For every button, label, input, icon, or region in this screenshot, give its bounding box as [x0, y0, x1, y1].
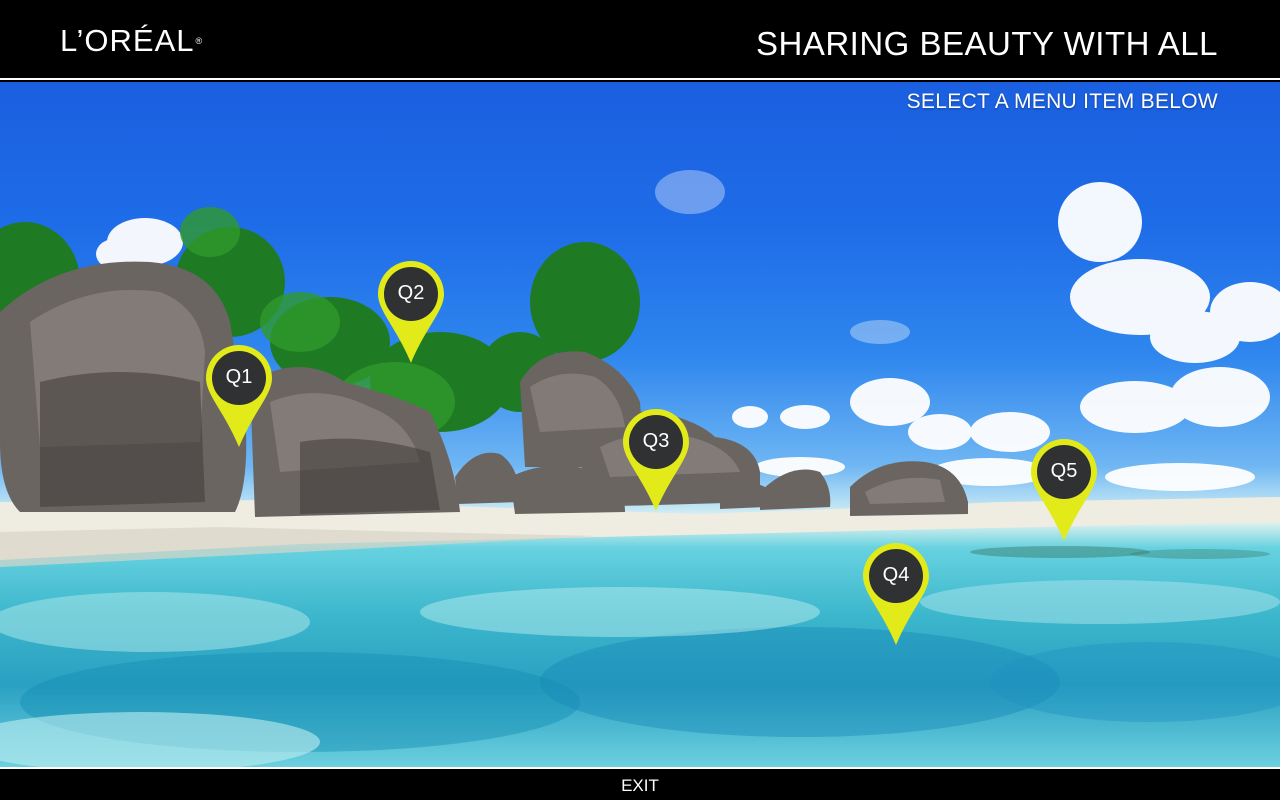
registered-mark: ®: [195, 36, 204, 46]
pin-label: Q5: [1050, 460, 1078, 482]
pin-label: Q2: [397, 282, 425, 304]
map-pin-icon: [206, 345, 272, 447]
footer-bar: EXIT: [0, 767, 1280, 800]
map-pin-q1[interactable]: Q1: [204, 343, 274, 447]
map-pin-icon: [378, 261, 444, 363]
map-pin-icon: [623, 409, 689, 511]
map-pin-icon: [1031, 439, 1097, 541]
map-pin-q4[interactable]: Q4: [861, 541, 931, 645]
exit-button[interactable]: EXIT: [0, 775, 1280, 797]
map-pin-icon: [863, 543, 929, 645]
tagline: SHARING BEAUTY WITH ALL: [756, 25, 1218, 62]
map-pin-q2[interactable]: Q2: [376, 259, 446, 363]
logo-text: L’ORÉAL: [60, 23, 195, 58]
pin-label: Q1: [225, 366, 253, 388]
pin-label: Q3: [642, 430, 670, 452]
pin-label: Q4: [882, 564, 910, 586]
header-bar: L’ORÉAL® SHARING BEAUTY WITH ALL: [0, 0, 1280, 80]
loreal-logo: L’ORÉAL®: [60, 24, 203, 58]
map-pin-q5[interactable]: Q5: [1029, 437, 1099, 541]
map-pin-q3[interactable]: Q3: [621, 407, 691, 511]
instruction-text: SELECT A MENU ITEM BELOW: [906, 90, 1218, 113]
